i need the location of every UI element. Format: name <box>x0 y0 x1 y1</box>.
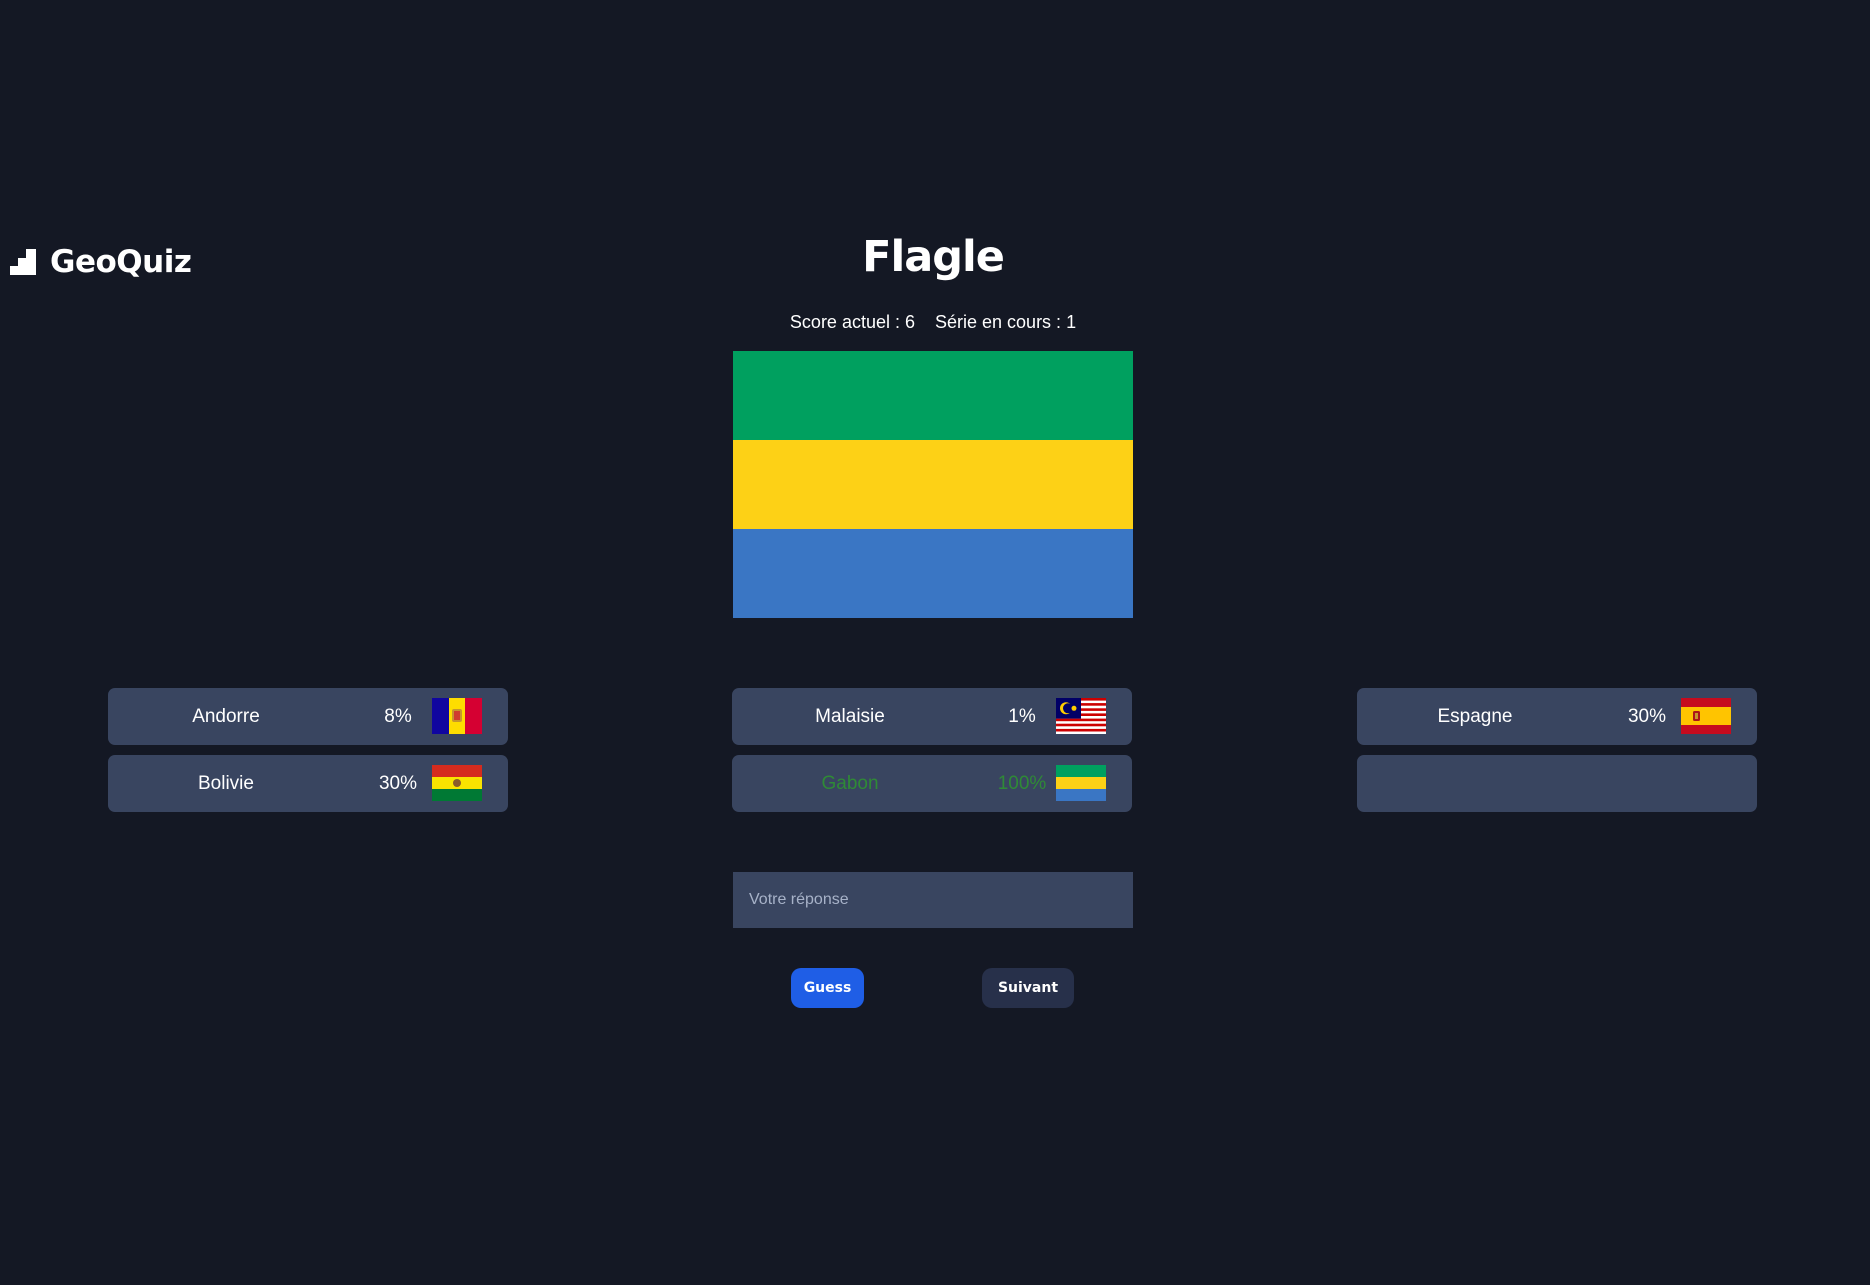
guess-button[interactable]: Guess <box>791 968 864 1008</box>
guess-item: Malaisie 1% <box>732 688 1132 745</box>
next-button[interactable]: Suivant <box>982 968 1074 1008</box>
guess-country: Malaisie <box>815 705 885 727</box>
guess-item: Andorre 8% <box>108 688 508 745</box>
spain-flag-icon <box>1681 698 1731 734</box>
guess-country: Espagne <box>1437 705 1513 727</box>
target-flag <box>733 351 1133 618</box>
guess-item: Bolivie 30% <box>108 755 508 812</box>
current-streak: Série en cours : 1 <box>935 312 1077 332</box>
andorra-flag-icon <box>432 698 482 734</box>
flag-band-top <box>733 351 1133 440</box>
guess-country: Gabon <box>821 772 879 794</box>
guess-item-correct: Gabon 100% <box>732 755 1132 812</box>
guess-country: Andorre <box>192 705 260 727</box>
score-bar: Score actuel : 6 Série en cours : 1 <box>0 312 1866 333</box>
guess-country: Bolivie <box>198 772 254 794</box>
flag-band-middle <box>733 440 1133 529</box>
gabon-flag-icon <box>1056 765 1106 801</box>
flag-band-bottom <box>733 529 1133 618</box>
malaysia-flag-icon <box>1056 698 1106 734</box>
guess-item-empty <box>1357 755 1757 812</box>
answer-input[interactable] <box>733 872 1133 928</box>
guess-item: Espagne 30% <box>1357 688 1757 745</box>
game-title: Flagle <box>862 232 1005 282</box>
current-score: Score actuel : 6 <box>789 312 915 332</box>
bolivia-flag-icon <box>432 765 482 801</box>
